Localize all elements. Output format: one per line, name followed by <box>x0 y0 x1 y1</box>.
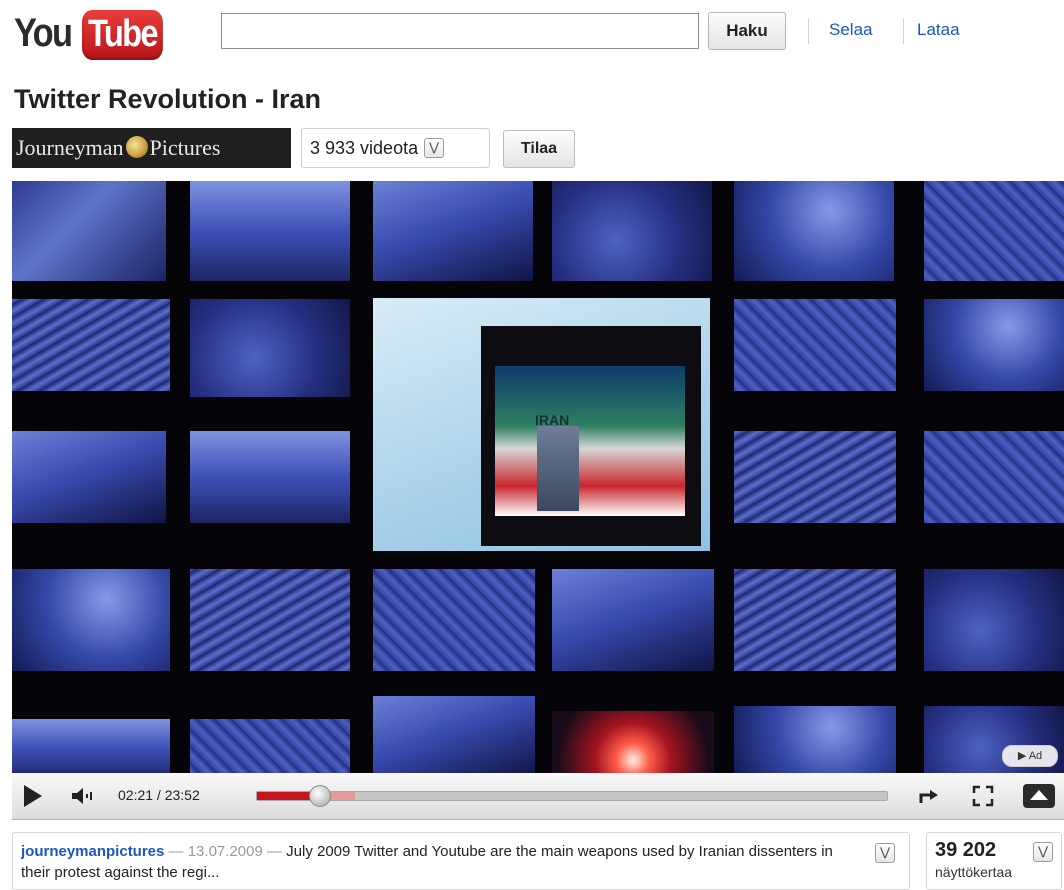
video-frame-thumb <box>734 431 896 523</box>
view-count-box: 39 202 ⋁ näyttökertaa <box>926 832 1062 890</box>
video-frame-thumb <box>190 431 350 523</box>
progress-thumb[interactable] <box>309 785 332 807</box>
video-center-screen: IRAN <box>373 298 710 551</box>
video-frame-thumb <box>12 181 166 281</box>
page-title: Twitter Revolution - Iran <box>14 84 322 114</box>
video-frame-thumb <box>373 569 535 671</box>
progress-bar[interactable] <box>256 785 888 807</box>
globe-icon <box>125 136 148 158</box>
portrait-image <box>537 426 579 511</box>
video-frame-thumb <box>924 431 1064 523</box>
header-divider <box>903 18 904 44</box>
separator: — <box>262 843 287 860</box>
video-frame-thumb <box>552 569 714 671</box>
video-frame-thumb <box>734 569 896 671</box>
subscribe-button[interactable]: Tilaa <box>503 130 575 168</box>
youtube-logo[interactable]: You Tube <box>14 10 176 60</box>
video-count-label: 3 933 videota <box>310 137 419 158</box>
channel-logo-right: Pictures <box>149 135 221 160</box>
separator: — <box>164 843 188 860</box>
chevron-down-icon[interactable]: ⋁ <box>875 843 895 863</box>
video-frame-thumb <box>12 569 170 671</box>
tv-monitor: IRAN <box>481 326 701 546</box>
browse-link[interactable]: Selaa <box>829 20 872 40</box>
video-frame-thumb <box>12 299 170 391</box>
video-frame-thumb <box>190 569 350 671</box>
video-frame-thumb <box>12 719 170 773</box>
upload-date: 13.07.2009 <box>187 843 263 860</box>
channel-logo-left: Journeyman <box>16 135 124 160</box>
video-frame-thumb <box>924 299 1064 391</box>
search-input[interactable] <box>221 13 699 49</box>
ad-badge[interactable]: ▶ Ad <box>1002 745 1058 767</box>
eject-icon[interactable] <box>1022 783 1056 809</box>
logo-you-text: You <box>14 11 73 55</box>
chevron-down-icon[interactable]: ⋁ <box>1033 842 1053 862</box>
logo-tube-text: Tube <box>82 10 163 60</box>
view-count: 39 202 <box>935 839 997 861</box>
popout-icon[interactable] <box>916 783 942 809</box>
channel-video-count[interactable]: 3 933 videota ⋁ <box>301 128 490 168</box>
video-frame-thumb <box>924 181 1064 281</box>
video-frame-thumb <box>190 299 350 397</box>
video-frame-thumb <box>924 569 1064 671</box>
video-frame-thumb <box>552 181 712 281</box>
uploader-link[interactable]: journeymanpictures <box>21 843 164 860</box>
video-frame-thumb <box>373 696 535 773</box>
search-button[interactable]: Haku <box>708 12 786 50</box>
channel-logo[interactable]: Journeyman Pictures <box>12 128 291 168</box>
volume-icon[interactable] <box>70 787 100 805</box>
player-controls: 02:21 / 23:52 <box>12 773 1064 820</box>
tv-panel: IRAN <box>495 366 685 516</box>
video-frame-thumb <box>552 711 714 773</box>
time-display: 02:21 / 23:52 <box>118 787 200 803</box>
play-icon[interactable] <box>24 785 42 807</box>
video-frame-thumb <box>734 706 896 773</box>
video-description: journeymanpictures — 13.07.2009 — July 2… <box>12 832 910 890</box>
video-frame-thumb <box>373 181 533 281</box>
upload-link[interactable]: Lataa <box>917 20 960 40</box>
fullscreen-icon[interactable] <box>970 783 996 809</box>
video-frame-thumb <box>190 181 350 281</box>
video-frame-thumb <box>12 431 166 523</box>
video-player[interactable]: IRAN ▶ Ad <box>12 181 1064 773</box>
video-frame-thumb <box>734 181 894 281</box>
view-count-label: näyttökertaa <box>935 864 1013 880</box>
header-divider <box>808 18 809 44</box>
chevron-down-icon[interactable]: ⋁ <box>424 138 445 158</box>
video-frame-thumb <box>190 719 350 773</box>
video-frame-thumb <box>734 299 896 391</box>
